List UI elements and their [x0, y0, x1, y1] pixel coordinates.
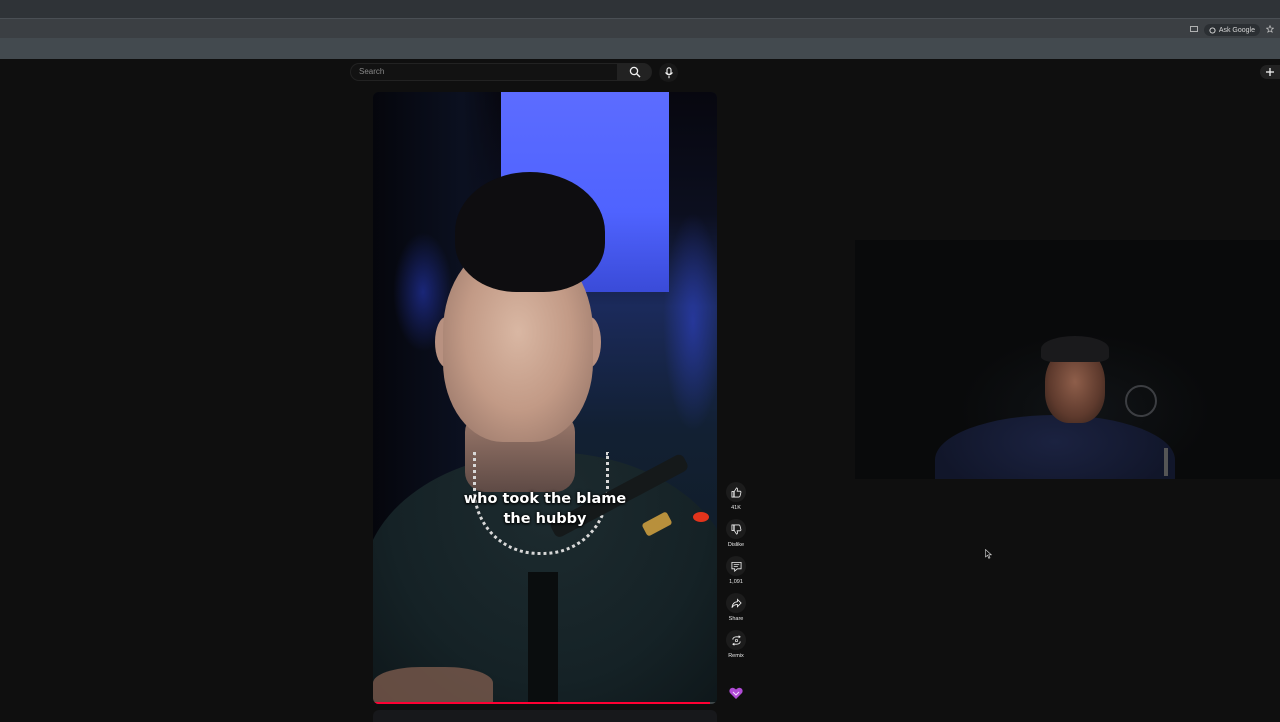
- comment-button[interactable]: [726, 556, 746, 576]
- browser-toolbar: [0, 38, 1280, 59]
- search-icon: [629, 66, 641, 78]
- cursor-icon: [985, 548, 993, 559]
- channel-avatar[interactable]: [728, 685, 744, 701]
- browser-address-bar[interactable]: [0, 18, 1280, 39]
- shorts-action-bar: 41K Dislike 1,091 Share Remix: [724, 482, 748, 667]
- lens-icon: [1209, 26, 1216, 34]
- webcam-mic-stand: [1164, 448, 1168, 476]
- remix-icon: [731, 634, 741, 646]
- caption-line-1: who took the blame: [463, 491, 627, 507]
- create-button[interactable]: [1260, 65, 1280, 79]
- share-label: Share: [728, 616, 744, 622]
- ask-google-button[interactable]: Ask Google: [1203, 24, 1260, 36]
- ask-google-label: Ask Google: [1218, 26, 1255, 34]
- browser-tab-bar: [0, 0, 1280, 18]
- like-count: 41K: [731, 505, 741, 511]
- browser-toolbar-actions: Ask Google: [1189, 24, 1275, 36]
- video-subject-hand: [373, 667, 493, 704]
- channel-badge-icon: [729, 687, 743, 699]
- like-action: 41K: [724, 482, 748, 512]
- comment-count: 1,091: [729, 579, 743, 585]
- create-icon: [1266, 68, 1274, 76]
- comment-icon: [731, 561, 741, 572]
- video-glow-right: [663, 212, 717, 432]
- mic-icon: [664, 66, 673, 78]
- voice-search-button[interactable]: [659, 63, 678, 82]
- webcam-ring-light: [1125, 385, 1157, 417]
- search-button[interactable]: [618, 63, 652, 81]
- remix-label: Remix: [728, 653, 744, 659]
- remix-button[interactable]: [726, 630, 746, 650]
- share-action: Share: [724, 593, 748, 623]
- search-input[interactable]: Search: [350, 63, 618, 81]
- video-caption: who took the blame the hubby: [373, 489, 717, 529]
- shorts-video-player[interactable]: who took the blame the hubby: [373, 92, 717, 704]
- dislike-icon: [731, 524, 741, 535]
- like-button[interactable]: [726, 482, 746, 502]
- remix-action: Remix: [724, 630, 748, 660]
- video-mic-stand: [528, 572, 558, 704]
- dislike-label: Dislike: [727, 542, 745, 548]
- next-short-preview[interactable]: [373, 710, 717, 722]
- comment-action: 1,091: [724, 556, 748, 586]
- share-icon: [731, 597, 742, 608]
- video-progress-fill: [373, 702, 711, 704]
- mouse-cursor: [985, 546, 993, 564]
- webcam-overlay: [855, 240, 1280, 479]
- star-icon[interactable]: [1265, 24, 1275, 35]
- video-subject-hair: [455, 172, 605, 292]
- webcam-subject-cap: [1041, 336, 1109, 362]
- video-progress-bar[interactable]: [373, 702, 717, 704]
- caption-line-2: the hubby: [503, 511, 587, 527]
- dislike-action: Dislike: [724, 519, 748, 549]
- dislike-button[interactable]: [726, 519, 746, 539]
- cast-icon[interactable]: [1189, 25, 1198, 35]
- like-icon: [731, 486, 741, 497]
- share-button[interactable]: [726, 593, 746, 613]
